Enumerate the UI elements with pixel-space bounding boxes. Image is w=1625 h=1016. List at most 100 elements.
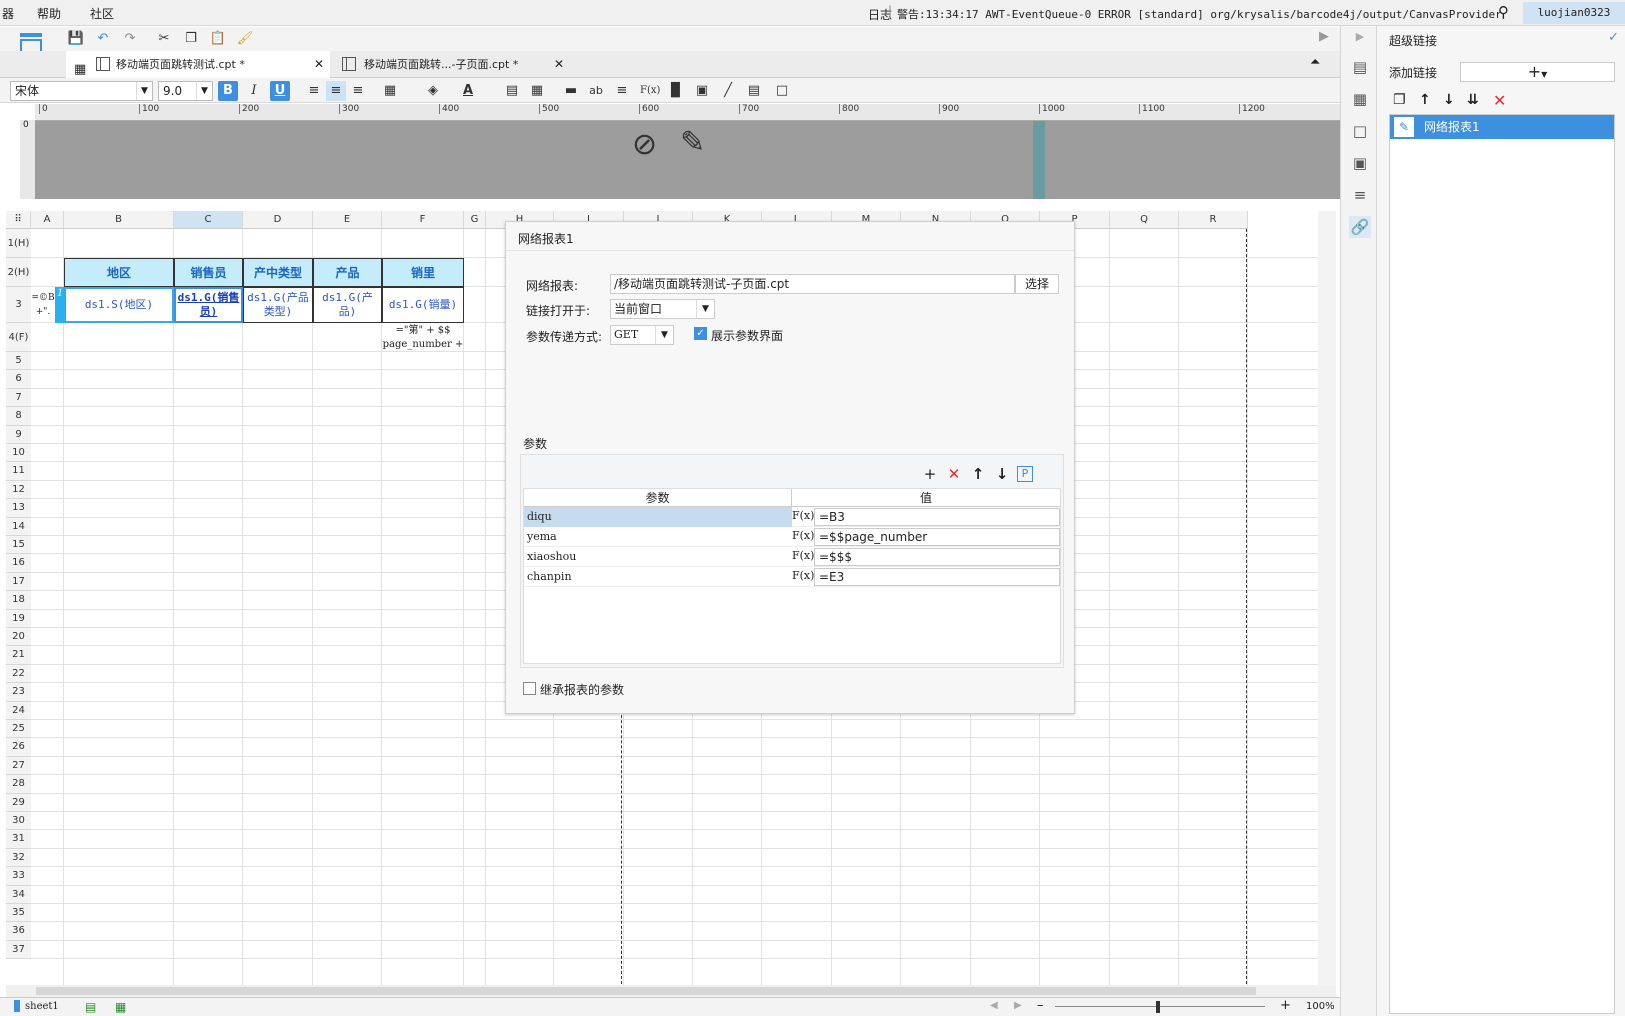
column-header[interactable]: Q	[1110, 211, 1179, 229]
align-left-icon[interactable]: ≡	[304, 81, 324, 101]
param-row[interactable]: xiaoshou F(x) =$$$	[524, 547, 1062, 567]
column-header[interactable]: A	[31, 211, 64, 229]
formula-icon[interactable]: F(x)	[792, 567, 814, 587]
header-cell[interactable]: 地区	[64, 258, 174, 287]
param-value-input[interactable]: =B3	[814, 508, 1060, 526]
frame-icon[interactable]: □	[772, 81, 792, 101]
header-cell[interactable]: 产中类型	[243, 258, 313, 287]
data-cell[interactable]: ds1.G(产品类型)	[243, 287, 313, 323]
fill-color-icon[interactable]: ◈	[423, 81, 443, 101]
edit-pen-icon[interactable]: ✓	[1608, 30, 1619, 45]
select-all-corner[interactable]: ⠿	[6, 211, 31, 229]
sheet-tab[interactable]: sheet1	[25, 1001, 59, 1012]
insert-icon[interactable]: ▬	[561, 81, 581, 101]
font-size-select[interactable]: 9.0 ▼	[158, 81, 213, 101]
chart-icon[interactable]: ▉	[666, 81, 686, 101]
show-params-checkbox[interactable]: ✓	[694, 327, 707, 340]
row-header[interactable]: 28	[6, 775, 31, 794]
paste-icon[interactable]: 📋	[208, 29, 228, 49]
zoom-out-icon[interactable]: –	[1037, 998, 1044, 1013]
param-name[interactable]: chanpin	[524, 567, 792, 587]
row-header[interactable]: 12	[6, 480, 31, 500]
row-header[interactable]: 11	[6, 462, 31, 481]
row-header[interactable]: 37	[6, 940, 31, 960]
delete-icon[interactable]: ✕	[1493, 91, 1506, 110]
copy-icon[interactable]: ❐	[181, 29, 201, 49]
add-poly-sheet-icon[interactable]: ▦	[115, 1000, 126, 1014]
condition-icon[interactable]: ≡	[1349, 184, 1371, 206]
row-header[interactable]: 33	[6, 867, 31, 886]
zoom-in-icon[interactable]: +	[1280, 998, 1291, 1013]
row-header[interactable]: 35	[6, 904, 31, 923]
row-header[interactable]: 10	[6, 444, 31, 463]
subreport-icon[interactable]: ▤	[744, 81, 764, 101]
move-up-icon[interactable]: ↑	[1419, 92, 1431, 108]
font-color-icon[interactable]: A	[458, 81, 478, 101]
row-header[interactable]: 7	[6, 388, 31, 408]
widget-icon[interactable]: ▣	[1349, 152, 1371, 174]
save-icon[interactable]: 💾	[66, 29, 86, 49]
inherit-params-checkbox[interactable]	[523, 682, 536, 695]
move-up-icon[interactable]: ↑	[969, 465, 987, 483]
row-header[interactable]: 31	[6, 830, 31, 849]
underline-button[interactable]: U	[270, 81, 290, 101]
param-value-input[interactable]: =$$page_number	[814, 528, 1060, 546]
row-header[interactable]: 26	[6, 738, 31, 757]
richtext-icon[interactable]: ≡	[612, 81, 632, 101]
row-header[interactable]: 30	[6, 812, 31, 831]
param-p-button[interactable]: P	[1017, 466, 1033, 482]
zoom-slider[interactable]	[1055, 1006, 1265, 1007]
redo-icon[interactable]: ↷	[120, 29, 140, 49]
page-number-cell[interactable]: ="第" + $$ page_number +	[382, 323, 464, 352]
add-link-button[interactable]: +▼	[1460, 62, 1615, 82]
row-header[interactable]: 19	[6, 609, 31, 628]
italic-button[interactable]: I	[244, 81, 264, 101]
row-header[interactable]: 18	[6, 591, 31, 610]
add-sheet-icon[interactable]: ▤	[85, 1000, 96, 1014]
column-header[interactable]: D	[243, 211, 313, 229]
move-down-icon[interactable]: ↓	[993, 465, 1011, 483]
formula-icon[interactable]: F(x)	[792, 507, 814, 527]
align-center-icon[interactable]: ≡	[326, 81, 346, 101]
param-row[interactable]: chanpin F(x) =E3	[524, 567, 1062, 587]
text-icon[interactable]: ab	[586, 81, 606, 101]
user-account[interactable]: luojian0323	[1523, 2, 1625, 24]
sort-icon[interactable]: ⇊	[1467, 92, 1479, 108]
report-path-input[interactable]: /移动端页面跳转测试-子页面.cpt	[610, 274, 1015, 294]
data-cell[interactable]: ds1.S(地区)	[64, 287, 174, 323]
move-down-icon[interactable]: ↓	[1443, 92, 1455, 108]
pencil-icon[interactable]: ✎	[680, 125, 705, 160]
next-icon[interactable]: ▶	[1014, 1000, 1022, 1011]
column-header[interactable]: C	[174, 211, 243, 229]
border-icon[interactable]: ▦	[380, 81, 400, 101]
split-cells-icon[interactable]: ▦	[527, 81, 547, 101]
font-family-select[interactable]: 宋体 ▼	[10, 81, 153, 101]
row-header[interactable]: 20	[6, 628, 31, 647]
hidden-eye-icon[interactable]: ⊘	[632, 127, 657, 162]
open-in-select[interactable]: 当前窗口 ▼	[610, 299, 715, 319]
tab-main-report[interactable]: ▦ 移动端页面跳转测试.cpt * ✕	[66, 51, 330, 78]
row-header[interactable]: 23	[6, 683, 31, 702]
param-name[interactable]: xiaoshou	[524, 547, 792, 567]
hyperlink-icon[interactable]: 🔗	[1349, 216, 1371, 238]
row-header[interactable]: 6	[6, 370, 31, 389]
align-right-icon[interactable]: ≡	[348, 81, 368, 101]
format-painter-icon[interactable]: 🖌	[235, 29, 255, 49]
tab-sub-report[interactable]: 移动端页面跳转...-子页面.cpt * ✕	[334, 51, 570, 78]
data-cell[interactable]: ds1.G(销量)	[382, 287, 464, 323]
formula-icon[interactable]: F(x)	[640, 81, 660, 101]
menu-item-community[interactable]: 社区	[90, 5, 114, 22]
slash-icon[interactable]: ╱	[718, 81, 738, 101]
data-cell[interactable]: ds1.G(销售员)	[174, 287, 243, 323]
row-header[interactable]: 36	[6, 922, 31, 941]
row-header[interactable]: 14	[6, 517, 31, 536]
data-cell[interactable]: ds1.G(产品)	[313, 287, 382, 323]
search-icon[interactable]: ⚲	[1498, 3, 1509, 21]
row-header[interactable]: 25	[6, 720, 31, 739]
menu-item-help[interactable]: 帮助	[37, 5, 61, 22]
bold-button[interactable]: B	[218, 81, 238, 101]
method-select[interactable]: GET ▼	[610, 325, 674, 345]
row-header[interactable]: 16	[6, 554, 31, 573]
add-param-icon[interactable]: +	[921, 465, 939, 483]
cut-icon[interactable]: ✂	[154, 29, 174, 49]
